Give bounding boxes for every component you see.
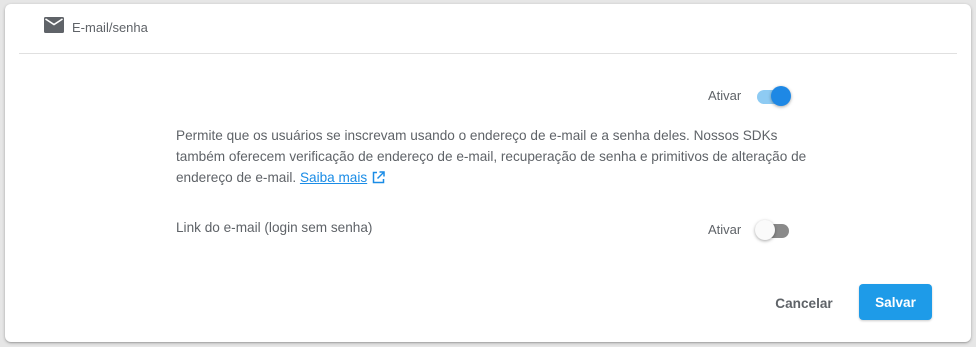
switch-thumb [755, 220, 775, 240]
enable-email-password-switch[interactable] [755, 84, 791, 106]
switch-thumb [771, 86, 791, 106]
sign-in-provider-card: E-mail/senha Ativar Permite que os usuár… [5, 4, 971, 342]
description-text: Permite que os usuários se inscrevam usa… [176, 128, 807, 185]
provider-title: E-mail/senha [72, 20, 148, 35]
enable-email-link-label: Ativar [708, 222, 742, 237]
learn-more-link[interactable]: Saiba mais [300, 170, 367, 185]
email-link-label: Link do e-mail (login sem senha) [176, 220, 373, 235]
mail-icon [44, 17, 64, 33]
enable-email-password-label: Ativar [708, 88, 742, 103]
save-button[interactable]: Salvar [859, 284, 932, 320]
enable-email-link-switch[interactable] [755, 218, 791, 240]
provider-header: E-mail/senha [19, 4, 957, 54]
email-password-description: Permite que os usuários se inscrevam usa… [176, 125, 816, 188]
external-link-icon[interactable] [372, 171, 385, 184]
cancel-button[interactable]: Cancelar [764, 285, 844, 321]
